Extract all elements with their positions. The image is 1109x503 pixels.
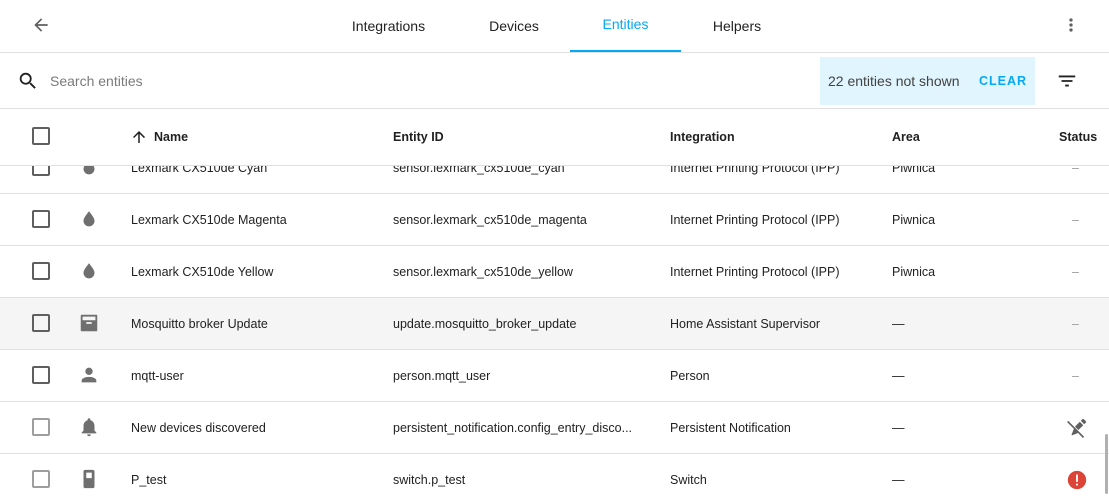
table-row[interactable]: Mosquitto broker Update update.mosquitto…	[0, 298, 1109, 350]
table-row[interactable]: mqtt-user person.mqtt_user Person — –	[0, 350, 1109, 402]
overflow-menu-button[interactable]	[1058, 10, 1084, 40]
column-header-name[interactable]: Name	[130, 109, 188, 165]
search-input[interactable]	[48, 67, 752, 95]
entity-area: Piwnica	[892, 166, 936, 175]
filter-icon[interactable]	[1055, 70, 1079, 92]
entity-area: —	[892, 420, 905, 435]
entity-integration: Internet Printing Protocol (IPP)	[670, 212, 840, 227]
entity-name: Lexmark CX510de Cyan	[131, 166, 268, 175]
entity-status: –	[1072, 264, 1079, 279]
row-checkbox[interactable]	[32, 314, 50, 332]
entity-integration: Switch	[670, 472, 707, 487]
tab-entities[interactable]: Entities	[570, 0, 681, 50]
table-row[interactable]: Lexmark CX510de Yellow sensor.lexmark_cx…	[0, 246, 1109, 298]
column-header-integration[interactable]: Integration	[670, 109, 735, 165]
select-all-checkbox[interactable]	[32, 127, 50, 145]
entity-status: –	[1072, 368, 1079, 383]
table-header: Name Entity ID Integration Area Status	[0, 109, 1109, 166]
column-header-entity-id[interactable]: Entity ID	[393, 109, 444, 165]
table-row[interactable]: Lexmark CX510de Magenta sensor.lexmark_c…	[0, 194, 1109, 246]
entity-integration: Home Assistant Supervisor	[670, 316, 821, 331]
row-checkbox[interactable]	[32, 210, 50, 228]
tab-integrations[interactable]: Integrations	[340, 0, 437, 52]
entity-id: update.mosquitto_broker_update	[393, 316, 577, 331]
back-button[interactable]	[26, 10, 56, 40]
clear-filter-button[interactable]: CLEAR	[979, 74, 1027, 88]
top-tab-bar: Integrations Devices Entities Helpers	[0, 0, 1109, 53]
entity-area: Piwnica	[892, 212, 936, 227]
switch-icon	[83, 469, 95, 489]
entity-name: Mosquitto broker Update	[131, 316, 268, 331]
entity-id: sensor.lexmark_cx510de_cyan	[393, 166, 565, 175]
entity-area: —	[892, 316, 905, 331]
entity-name: mqtt-user	[131, 368, 184, 383]
hidden-entities-notice: 22 entities not shown CLEAR	[820, 57, 1035, 105]
entity-id: switch.p_test	[393, 472, 466, 487]
dots-vertical-icon	[1069, 18, 1073, 32]
tab-devices[interactable]: Devices	[472, 0, 556, 52]
person-icon	[81, 367, 97, 383]
row-checkbox[interactable]	[32, 262, 50, 280]
entity-status: –	[1072, 316, 1079, 331]
entity-integration: Persistent Notification	[670, 420, 791, 435]
entity-id: person.mqtt_user	[393, 368, 491, 383]
entity-area: Piwnica	[892, 264, 936, 279]
column-name-label: Name	[154, 130, 189, 144]
entity-status: –	[1072, 166, 1079, 175]
entity-status: –	[1072, 212, 1079, 227]
table-row[interactable]: New devices discovered persistent_notifi…	[0, 402, 1109, 454]
table-row[interactable]: P_test switch.p_test Switch —	[0, 454, 1109, 503]
water-drop-icon	[83, 211, 95, 227]
row-checkbox[interactable]	[32, 418, 50, 436]
entity-name: Lexmark CX510de Magenta	[131, 212, 287, 227]
scrollbar-thumb[interactable]	[1105, 434, 1108, 494]
sort-ascending-icon	[133, 131, 145, 143]
alert-circle-icon	[1067, 470, 1087, 490]
bell-icon	[81, 418, 97, 437]
entity-integration: Internet Printing Protocol (IPP)	[670, 166, 840, 175]
row-checkbox[interactable]	[32, 366, 50, 384]
entity-id: persistent_notification.config_entry_dis…	[393, 420, 633, 435]
row-checkbox[interactable]	[32, 166, 50, 176]
entity-area: —	[892, 472, 905, 487]
arrow-left-icon	[34, 18, 48, 32]
search-toolbar: 22 entities not shown CLEAR	[0, 53, 1109, 109]
package-update-icon	[80, 314, 98, 332]
entity-integration: Person	[670, 368, 710, 383]
entity-area: —	[892, 368, 905, 383]
table-body: Lexmark CX510de Cyan sensor.lexmark_cx51…	[0, 166, 1109, 503]
column-header-status[interactable]: Status	[1059, 109, 1097, 165]
entity-name: New devices discovered	[131, 420, 266, 435]
water-drop-icon	[83, 166, 95, 175]
water-drop-icon	[83, 263, 95, 279]
entity-id: sensor.lexmark_cx510de_yellow	[393, 264, 573, 279]
entity-name: P_test	[131, 472, 167, 487]
entity-id: sensor.lexmark_cx510de_magenta	[393, 212, 587, 227]
tab-helpers[interactable]: Helpers	[698, 0, 776, 52]
table-row[interactable]: Lexmark CX510de Cyan sensor.lexmark_cx51…	[0, 166, 1109, 194]
column-header-area[interactable]: Area	[892, 109, 920, 165]
row-checkbox[interactable]	[32, 470, 50, 488]
hidden-entities-count: 22 entities not shown	[828, 73, 960, 89]
pencil-off-icon	[1067, 418, 1087, 438]
active-tab-indicator	[570, 50, 681, 52]
entity-integration: Internet Printing Protocol (IPP)	[670, 264, 840, 279]
entity-name: Lexmark CX510de Yellow	[131, 264, 274, 279]
search-icon	[19, 72, 36, 89]
